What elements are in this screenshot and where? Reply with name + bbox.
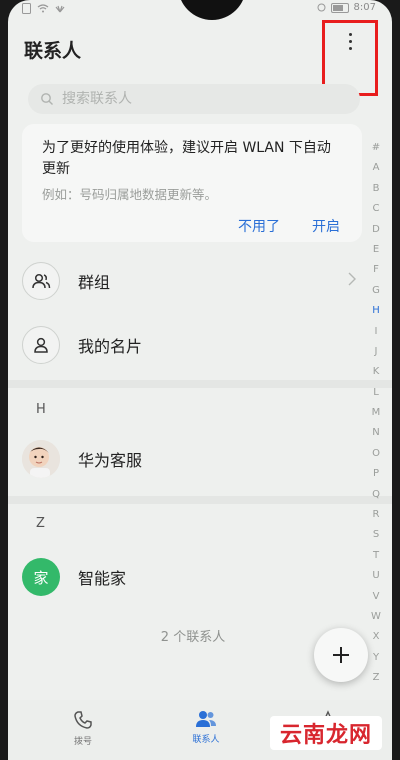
nav-label: 联系人: [192, 735, 220, 745]
search-bar[interactable]: [28, 84, 360, 114]
index-letter[interactable]: N: [372, 423, 379, 443]
nav-contacts[interactable]: 联系人: [176, 710, 236, 745]
index-letter[interactable]: M: [372, 403, 381, 423]
index-letter[interactable]: J: [375, 342, 378, 362]
status-right: 8:07: [317, 2, 376, 13]
index-letter[interactable]: K: [373, 362, 380, 382]
index-letter[interactable]: #: [372, 138, 380, 158]
index-letter[interactable]: I: [375, 322, 378, 342]
contact-initial-avatar: 家: [22, 558, 60, 596]
index-letter[interactable]: Z: [373, 668, 380, 688]
sim-icon: [22, 3, 31, 14]
groups-label: 群组: [78, 273, 111, 292]
phone-screen: 8:07 联系人 为了更好的使用体验，建议开启 WLAN 下自动更新 例如：号码…: [8, 0, 392, 760]
wifi-icon: [37, 4, 49, 13]
notice-subtitle: 例如：号码归属地数据更新等。: [42, 187, 218, 202]
search-input[interactable]: [60, 90, 344, 108]
nav-dialer[interactable]: 拨号: [53, 710, 113, 747]
index-letter[interactable]: Q: [372, 485, 380, 505]
page-title: 联系人: [24, 40, 82, 62]
alarm-icon: [317, 3, 326, 12]
index-letter[interactable]: B: [373, 179, 380, 199]
wlan-update-notice: 为了更好的使用体验，建议开启 WLAN 下自动更新 例如：号码归属地数据更新等。…: [22, 124, 362, 242]
index-letter[interactable]: L: [373, 383, 379, 403]
section-divider: [8, 380, 392, 388]
groups-avatar: [22, 262, 60, 300]
status-left: [22, 3, 65, 14]
status-time: 8:07: [353, 2, 376, 13]
index-letter[interactable]: H: [372, 301, 380, 321]
section-letter-z: Z: [36, 516, 45, 531]
group-icon: [32, 273, 51, 289]
index-letter[interactable]: X: [373, 627, 380, 647]
baby-photo-icon: [22, 440, 60, 478]
enable-button[interactable]: 开启: [312, 216, 340, 236]
contact-row-smart-home[interactable]: 家 智能家: [22, 550, 362, 604]
index-letter[interactable]: F: [373, 260, 379, 280]
index-letter[interactable]: T: [373, 546, 379, 566]
contact-photo-avatar: [22, 440, 60, 478]
index-letter[interactable]: C: [373, 199, 380, 219]
index-letter[interactable]: U: [372, 566, 379, 586]
index-letter[interactable]: G: [372, 281, 380, 301]
add-contact-button[interactable]: [314, 628, 368, 682]
huawei-logo-icon: [55, 5, 65, 12]
index-letter[interactable]: P: [373, 464, 379, 484]
my-card-row[interactable]: 我的名片: [22, 318, 362, 372]
notice-title: 为了更好的使用体验，建议开启 WLAN 下自动更新: [42, 140, 331, 177]
watermark-logo: 云南龙网: [270, 716, 382, 750]
section-divider: [8, 496, 392, 504]
index-letter[interactable]: R: [373, 505, 380, 525]
search-icon: [41, 93, 53, 105]
index-letter[interactable]: O: [372, 444, 380, 464]
skip-button[interactable]: 不用了: [238, 216, 280, 236]
person-icon: [34, 337, 48, 353]
contacts-icon: [196, 711, 216, 727]
my-card-label: 我的名片: [78, 337, 143, 356]
nav-label: 拨号: [73, 737, 92, 747]
battery-icon: [330, 2, 349, 13]
section-letter-h: H: [36, 402, 46, 417]
camera-notch: [178, 0, 246, 20]
index-letter[interactable]: V: [373, 587, 380, 607]
index-letter[interactable]: E: [373, 240, 379, 260]
status-bar: 8:07: [8, 0, 392, 20]
contact-name: 华为客服: [78, 451, 143, 470]
alphabet-index-bar[interactable]: # A B C D E F G H I J K L M N O P Q R S T U V W X Y Z: [368, 138, 384, 689]
groups-row[interactable]: 群组: [22, 254, 362, 308]
phone-icon: [74, 711, 92, 729]
contact-name: 智能家: [78, 569, 127, 588]
index-letter[interactable]: W: [371, 607, 381, 627]
index-letter[interactable]: A: [373, 158, 380, 178]
chevron-right-icon: [348, 272, 356, 286]
my-card-avatar: [22, 326, 60, 364]
index-letter[interactable]: S: [373, 525, 379, 545]
plus-icon: [333, 647, 349, 663]
contact-row-huawei[interactable]: 华为客服: [22, 432, 362, 486]
index-letter[interactable]: D: [372, 220, 380, 240]
index-letter[interactable]: Y: [373, 648, 379, 668]
